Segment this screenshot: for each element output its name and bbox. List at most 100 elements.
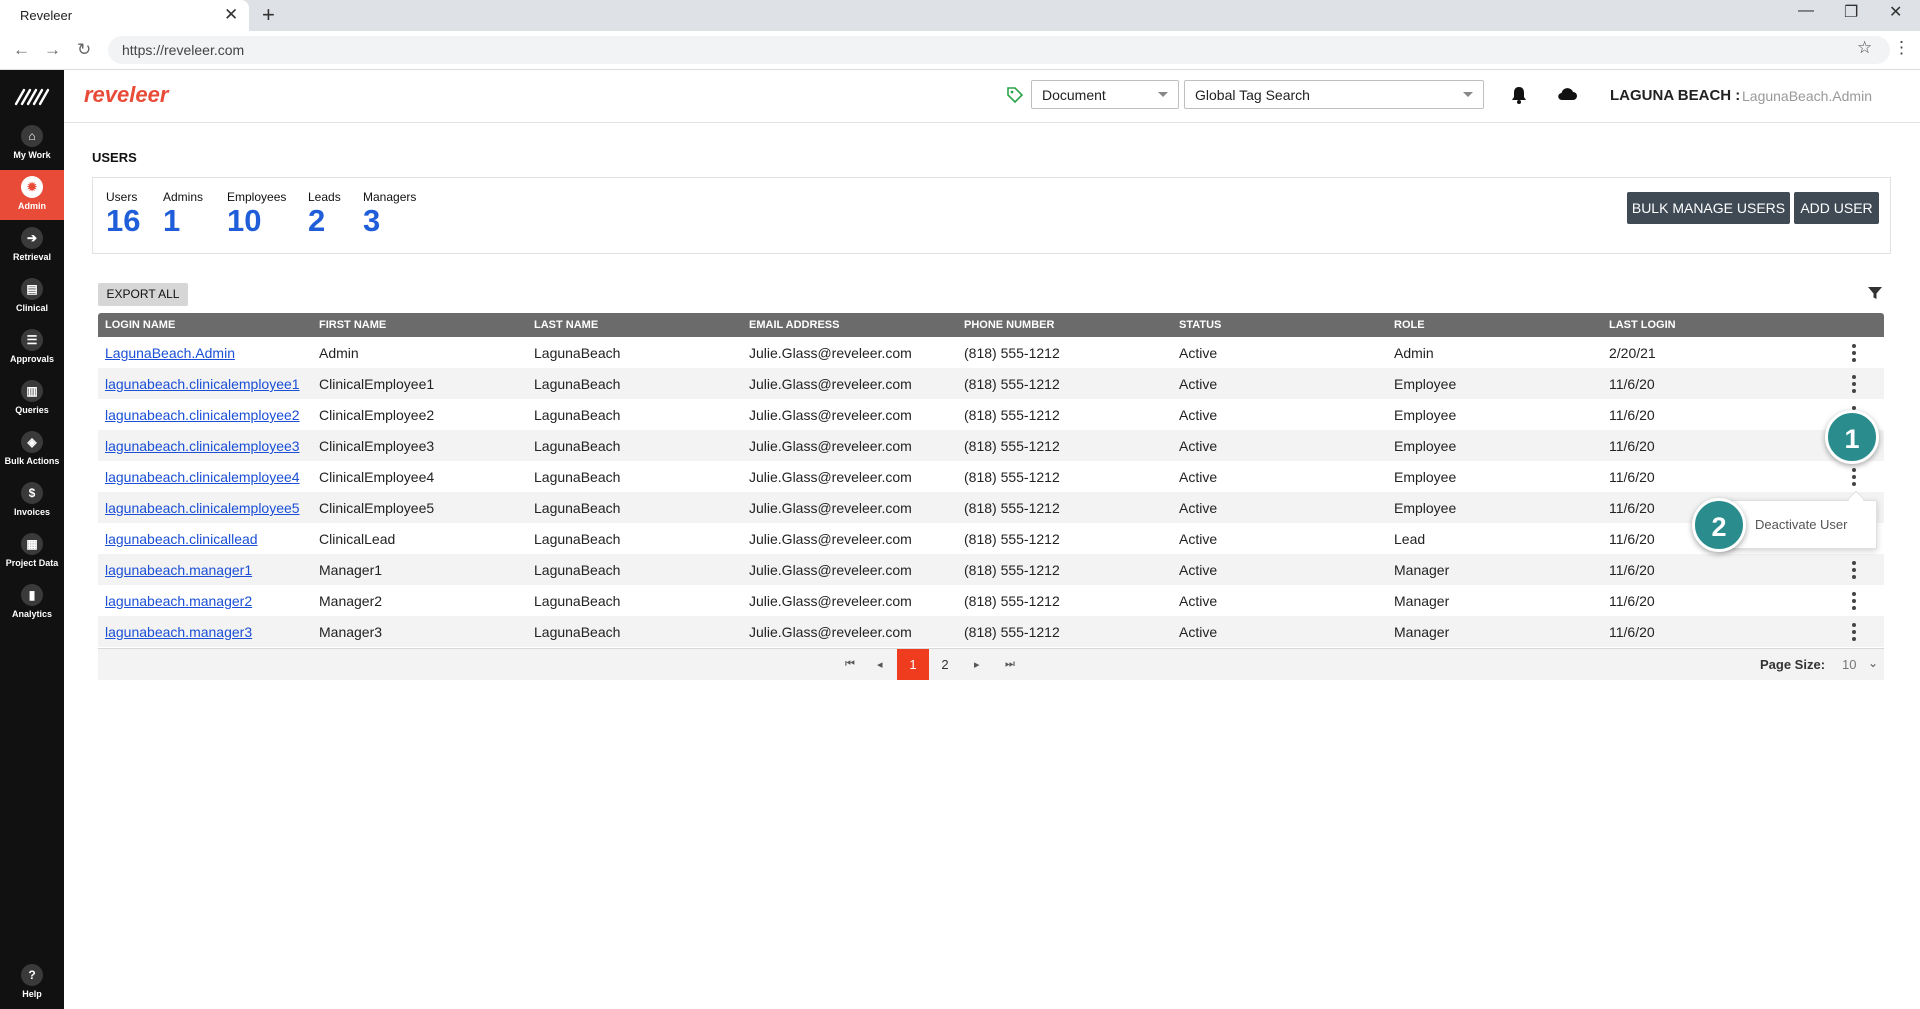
table-cell: ClinicalEmployee5 (319, 500, 435, 516)
close-tab-icon[interactable]: ✕ (224, 5, 238, 25)
browser-tab-strip: Reveleer ✕ + — ❐ ✕ (0, 0, 1920, 31)
cloud-icon[interactable] (1557, 87, 1577, 101)
table-row[interactable]: lagunabeach.clinicalemployee1 ClinicalEmp… (98, 368, 1884, 399)
row-menu-icon[interactable] (1852, 623, 1856, 641)
stat-employees: Employees 10 (227, 190, 286, 238)
row-menu-icon[interactable] (1852, 468, 1856, 486)
login-name-link[interactable]: LagunaBeach.Admin (105, 345, 235, 361)
chevron-down-icon[interactable]: ⌄ (1868, 656, 1878, 670)
current-user[interactable]: LagunaBeach.Admin (1742, 88, 1872, 104)
table-cell: 11/6/20 (1609, 562, 1655, 578)
login-name-link[interactable]: lagunabeach.manager2 (105, 593, 252, 609)
filter-icon[interactable] (1868, 286, 1882, 300)
login-name-link[interactable]: lagunabeach.clinicalemployee3 (105, 438, 300, 454)
table-row[interactable]: lagunabeach.manager3 Manager3 LagunaBeach J… (98, 616, 1884, 647)
table-row[interactable]: lagunabeach.clinicalemployee3 ClinicalEmp… (98, 430, 1884, 461)
stat-admins: Admins 1 (163, 190, 203, 238)
stat-managers: Managers 3 (363, 190, 416, 238)
last-page-icon[interactable]: ⏭ (1005, 658, 1015, 671)
document-select[interactable]: Document (1031, 80, 1179, 109)
table-row[interactable]: lagunabeach.manager2 Manager2 LagunaBeach J… (98, 585, 1884, 616)
column-header[interactable]: PHONE NUMBER (964, 319, 1054, 331)
row-menu-icon[interactable] (1852, 344, 1856, 362)
table-row[interactable]: lagunabeach.clinicallead ClinicalLead Lagu… (98, 523, 1884, 554)
bell-icon[interactable] (1511, 86, 1527, 104)
sidebar-item-retrieval[interactable]: ➔ Retrieval (0, 221, 64, 271)
page-size-select[interactable]: 10 (1842, 657, 1856, 672)
url-field[interactable]: https://reveleer.com (108, 36, 1890, 64)
sidebar-item-label: Admin (18, 201, 46, 211)
login-name-link[interactable]: lagunabeach.manager1 (105, 562, 252, 578)
back-icon[interactable]: ← (13, 40, 30, 60)
table-cell: LagunaBeach (534, 376, 621, 392)
table-cell: (818) 555-1212 (964, 469, 1060, 485)
table-row[interactable]: LagunaBeach.Admin Admin LagunaBeach Julie.G… (98, 337, 1884, 368)
deactivate-user-menu-item[interactable]: Deactivate User (1755, 517, 1847, 532)
column-header[interactable]: LAST NAME (534, 319, 598, 331)
page-button-2[interactable]: 2 (929, 649, 961, 680)
browser-menu-icon[interactable]: ⋮ (1893, 38, 1910, 58)
user-stats-panel: Users 16 Admins 1 Employees 10 Leads 2 M… (92, 177, 1891, 254)
bulk-manage-users-button[interactable]: BULK MANAGE USERS (1627, 192, 1790, 224)
pager: ⏮ ◂ 1 2 ▸ ⏭ Page Size: 10 ⌄ (98, 648, 1884, 680)
table-row[interactable]: lagunabeach.clinicalemployee2 ClinicalEmp… (98, 399, 1884, 430)
column-header[interactable]: FIRST NAME (319, 319, 386, 331)
sidebar-item-invoices[interactable]: $ Invoices (0, 476, 64, 526)
app-logo-icon[interactable] (14, 86, 50, 106)
add-user-button[interactable]: ADD USER (1794, 192, 1879, 224)
row-menu-icon[interactable] (1852, 561, 1856, 579)
login-name-link[interactable]: lagunabeach.manager3 (105, 624, 252, 640)
page-button-1[interactable]: 1 (897, 649, 929, 680)
browser-tab[interactable]: Reveleer ✕ (0, 0, 249, 31)
column-header[interactable]: LAST LOGIN (1609, 319, 1676, 331)
table-cell: LagunaBeach (534, 500, 621, 516)
table-row[interactable]: lagunabeach.clinicalemployee5 ClinicalEmp… (98, 492, 1884, 523)
table-row[interactable]: lagunabeach.clinicalemployee4 ClinicalEmp… (98, 461, 1884, 492)
minimize-icon[interactable]: — (1798, 2, 1814, 20)
export-all-button[interactable]: EXPORT ALL (98, 283, 188, 306)
next-page-icon[interactable]: ▸ (974, 658, 980, 671)
brand-logo[interactable]: reveleer (84, 82, 168, 108)
column-header[interactable]: ROLE (1394, 319, 1425, 331)
document-icon: ▥ (21, 380, 43, 402)
table-cell: Julie.Glass@reveleer.com (749, 562, 912, 578)
column-header[interactable]: LOGIN NAME (105, 319, 175, 331)
new-tab-icon[interactable]: + (262, 2, 275, 28)
row-menu-icon[interactable] (1852, 592, 1856, 610)
table-row[interactable]: lagunabeach.manager1 Manager1 LagunaBeach J… (98, 554, 1884, 585)
home-icon: ⌂ (21, 125, 43, 147)
stat-label: Users (106, 190, 138, 204)
sidebar-item-my-work[interactable]: ⌂ My Work (0, 119, 64, 169)
login-name-link[interactable]: lagunabeach.clinicalemployee4 (105, 469, 300, 485)
sidebar-item-approvals[interactable]: ☰ Approvals (0, 323, 64, 373)
sidebar-item-bulk-actions[interactable]: ◈ Bulk Actions (0, 425, 64, 475)
table-cell: Employee (1394, 376, 1457, 392)
bookmark-star-icon[interactable]: ☆ (1857, 38, 1872, 58)
sidebar-item-help[interactable]: ? Help (0, 958, 64, 1008)
sidebar-item-clinical[interactable]: ▤ Clinical (0, 272, 64, 322)
sidebar-item-project-data[interactable]: ▦ Project Data (0, 527, 64, 577)
table-cell: Julie.Glass@reveleer.com (749, 593, 912, 609)
column-header[interactable]: EMAIL ADDRESS (749, 319, 839, 331)
forward-icon[interactable]: → (44, 40, 61, 60)
login-name-link[interactable]: lagunabeach.clinicalemployee2 (105, 407, 300, 423)
previous-page-icon[interactable]: ◂ (877, 658, 883, 671)
first-page-icon[interactable]: ⏮ (845, 658, 855, 671)
restore-icon[interactable]: ❐ (1844, 2, 1858, 22)
close-window-icon[interactable]: ✕ (1889, 2, 1902, 22)
login-name-link[interactable]: lagunabeach.clinicalemployee5 (105, 500, 300, 516)
sidebar-item-admin[interactable]: ✹ Admin (0, 170, 64, 220)
page-title: USERS (92, 150, 137, 165)
sidebar-item-queries[interactable]: ▥ Queries (0, 374, 64, 424)
login-name-link[interactable]: lagunabeach.clinicallead (105, 531, 258, 547)
stat-value: 3 (363, 203, 381, 238)
table-cell: Manager3 (319, 624, 383, 640)
column-header[interactable]: STATUS (1179, 319, 1221, 331)
table-cell: ClinicalEmployee4 (319, 469, 435, 485)
reload-icon[interactable]: ↻ (77, 40, 91, 60)
sidebar-item-analytics[interactable]: ▮ Analytics (0, 578, 64, 628)
login-name-link[interactable]: lagunabeach.clinicalemployee1 (105, 376, 300, 392)
global-tag-search[interactable]: Global Tag Search (1184, 80, 1484, 109)
stat-label: Admins (163, 190, 204, 204)
row-menu-icon[interactable] (1852, 375, 1856, 393)
